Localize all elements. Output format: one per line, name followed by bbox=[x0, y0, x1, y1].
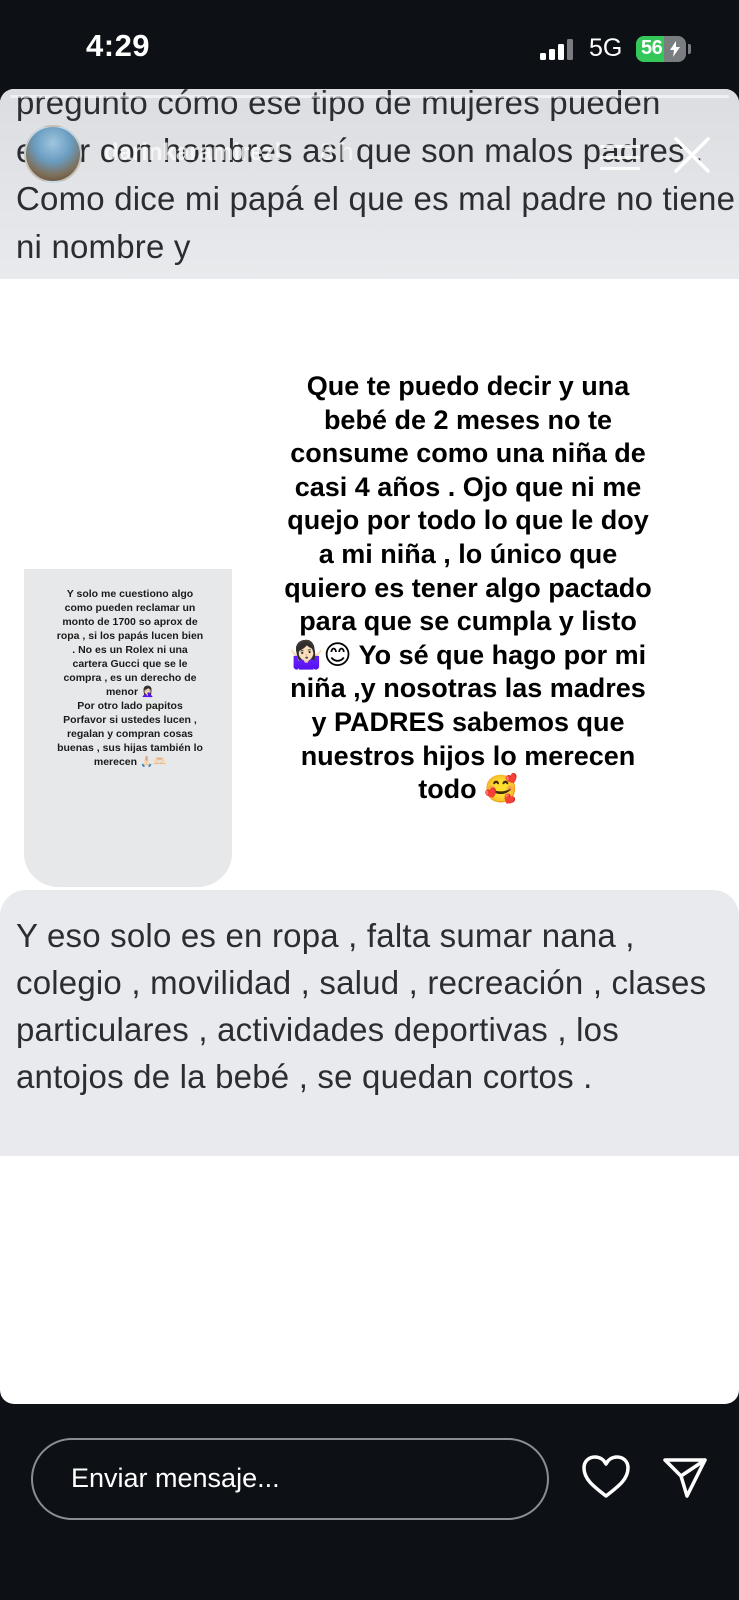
story-viewer[interactable]: pregunto cómo ese tipo de mujeres pueden… bbox=[0, 89, 739, 1404]
battery-level: 56 bbox=[641, 37, 663, 59]
avatar[interactable] bbox=[24, 125, 82, 183]
story-text-bottom: Y eso solo es en ropa , falta sumar nana… bbox=[0, 890, 739, 1156]
story-progress-bar bbox=[10, 95, 729, 98]
status-bar: 4:29 5G 56 bbox=[0, 0, 739, 90]
story-main-text: Que te puedo decir y una bebé de 2 meses… bbox=[284, 371, 652, 805]
story-header: darinkaramirezl 8 h bbox=[20, 125, 730, 185]
battery-cap bbox=[688, 44, 691, 54]
story-time-ago: 8 h bbox=[320, 139, 354, 166]
story-text-bottom-content: Y eso solo es en ropa , falta sumar nana… bbox=[16, 917, 707, 1095]
close-icon[interactable] bbox=[668, 131, 716, 179]
status-time: 4:29 bbox=[86, 28, 151, 63]
battery-icon: 56 bbox=[636, 36, 686, 62]
more-lines-icon[interactable] bbox=[600, 145, 644, 171]
reply-input[interactable]: Enviar mensaje... bbox=[31, 1438, 549, 1520]
username[interactable]: darinkaramirezl bbox=[104, 139, 281, 167]
network-type: 5G bbox=[589, 34, 623, 62]
heart-icon[interactable] bbox=[581, 1454, 631, 1500]
embedded-screenshot: Y solo me cuestiono algo como pueden rec… bbox=[24, 569, 232, 887]
reply-placeholder: Enviar mensaje... bbox=[71, 1463, 280, 1493]
signal-icon bbox=[540, 38, 576, 60]
embedded-screenshot-text: Y solo me cuestiono algo como pueden rec… bbox=[56, 588, 204, 768]
charging-bolt-icon bbox=[670, 41, 680, 57]
send-icon[interactable] bbox=[661, 1454, 709, 1502]
